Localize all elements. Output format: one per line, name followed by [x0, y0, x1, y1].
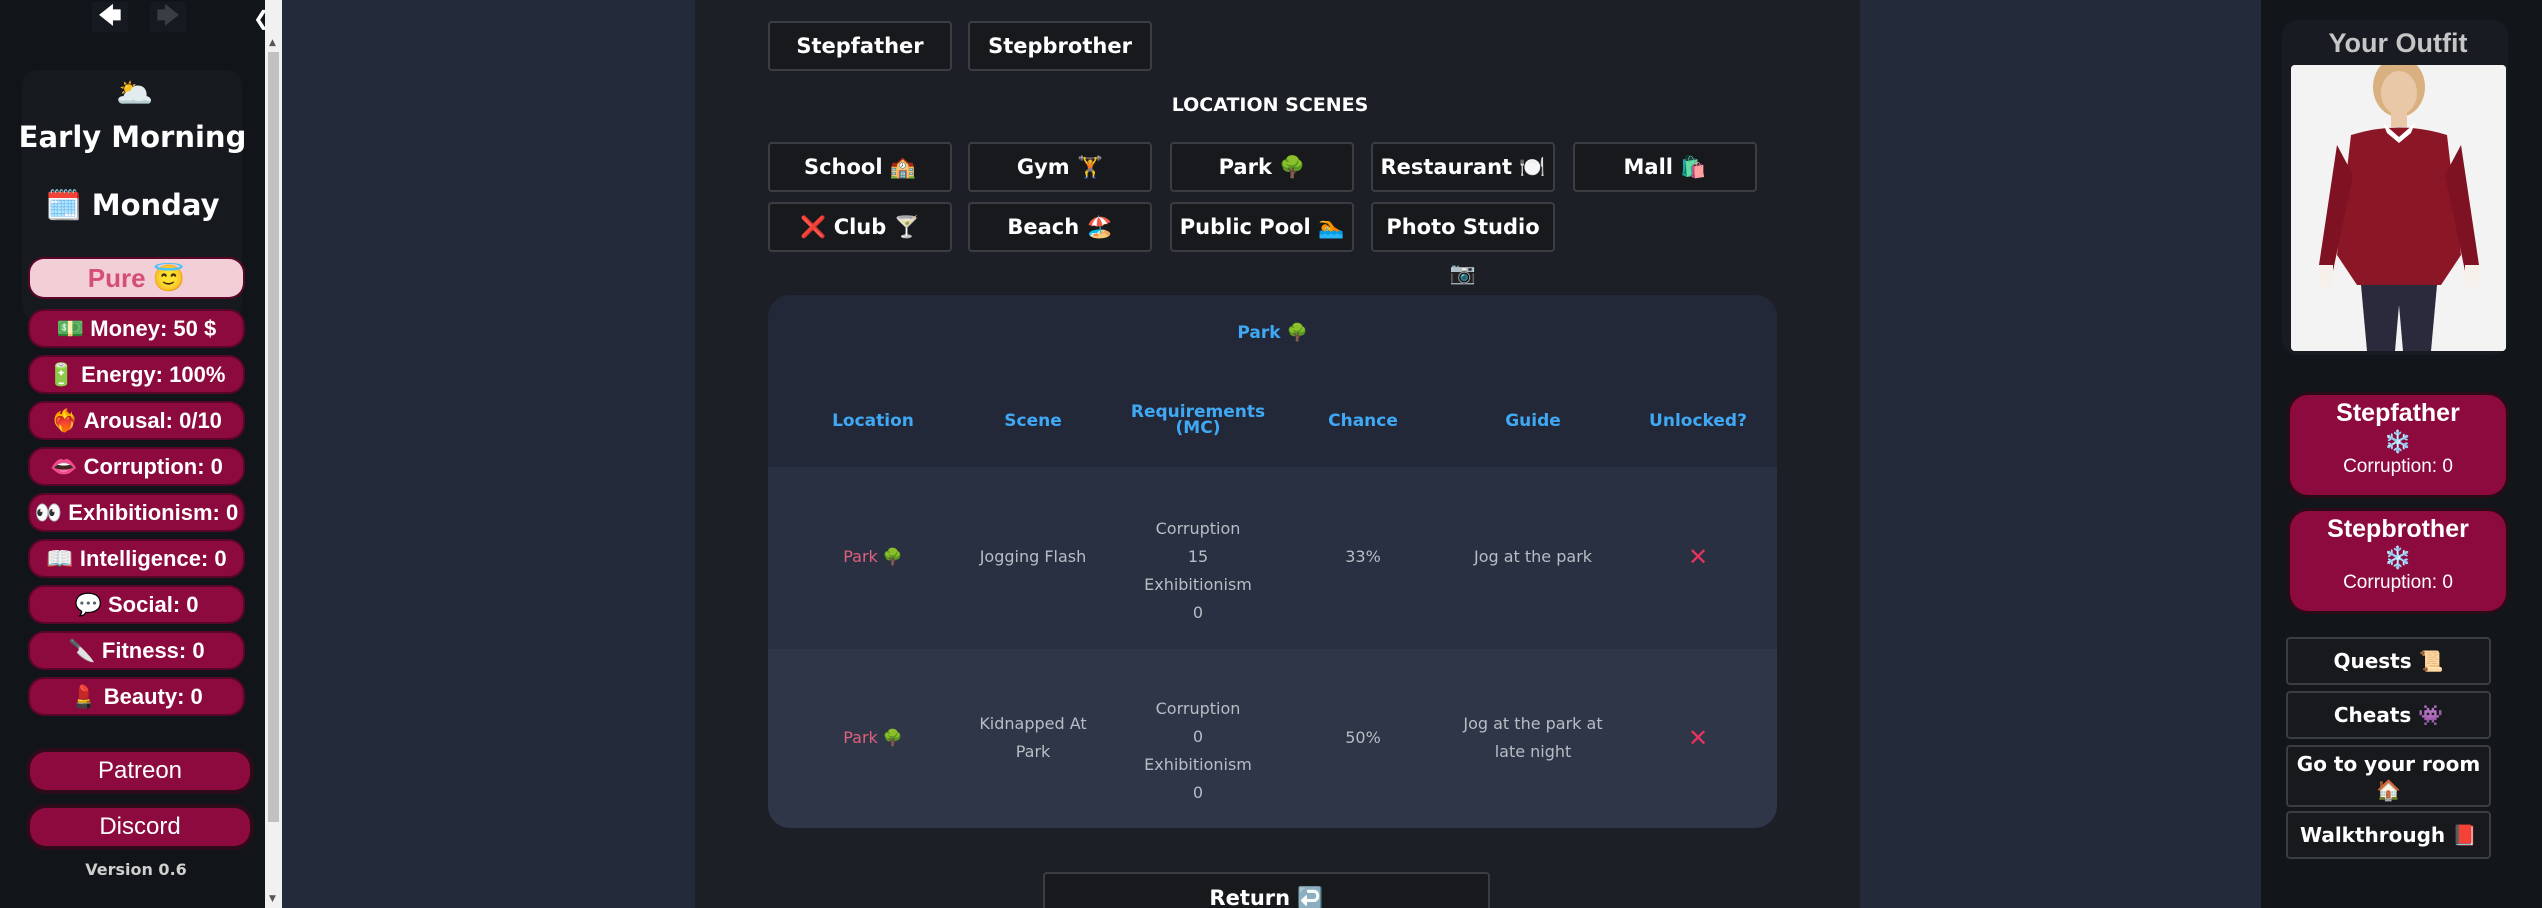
npc-name: Stepbrother [2327, 515, 2469, 543]
back-arrow-icon[interactable]: 🡄 [92, 2, 128, 32]
header-guide: Guide [1505, 411, 1561, 431]
table-caption: Park 🌳 [1237, 323, 1308, 343]
cell-req-label: Corruption [1155, 519, 1241, 538]
cell-req-value: 0 [1192, 603, 1204, 622]
beach-button[interactable]: Beach 🏖️ [968, 202, 1152, 252]
photo-studio-button[interactable]: Photo Studio 📷 [1371, 202, 1555, 285]
table-header [768, 295, 1777, 467]
scroll-down-icon[interactable]: ▼ [269, 894, 276, 904]
version-label: Version 0.6 [85, 860, 187, 879]
time-of-day: Early Morning [18, 120, 247, 154]
cell-scene: Jogging Flash [979, 547, 1087, 566]
cell-req-value: 0 [1192, 783, 1204, 802]
stat-exhibitionism: 👀 Exhibitionism: 0 [30, 495, 243, 530]
patreon-link[interactable]: Patreon [30, 752, 250, 790]
stat-fitness: 🔪 Fitness: 0 [30, 633, 243, 668]
scrollbar-thumb[interactable] [268, 52, 279, 822]
mall-button[interactable]: Mall 🛍️ [1573, 142, 1757, 192]
npc-card-stepbrother[interactable]: Stepbrother ❄️ Corruption: 0 [2290, 511, 2506, 611]
cell-req-label: Exhibitionism [1144, 575, 1252, 594]
stepfather-button[interactable]: Stepfather [768, 21, 952, 71]
cell-req-label: Corruption [1155, 699, 1241, 718]
header-unlocked: Unlocked? [1649, 411, 1747, 431]
public-pool-button[interactable]: Public Pool 🏊 [1170, 202, 1354, 252]
locked-icon: ✕ [1687, 724, 1709, 752]
snowflake-icon: ❄️ [2384, 545, 2412, 570]
cell-chance: 33% [1345, 547, 1381, 566]
stepbrother-button[interactable]: Stepbrother [968, 21, 1152, 71]
day-label: 🗓️ Monday [45, 188, 220, 222]
header-chance: Chance [1328, 411, 1398, 431]
header-scene: Scene [1004, 411, 1062, 431]
header-location: Location [832, 411, 914, 431]
cell-location: Park 🌳 [843, 547, 903, 566]
stat-arousal: ❤️‍🔥 Arousal: 0/10 [30, 403, 243, 438]
stat-social: 💬 Social: 0 [30, 587, 243, 622]
club-button[interactable]: ❌ Club 🍸 [768, 202, 952, 252]
forward-arrow-icon[interactable]: 🡆 [150, 2, 186, 32]
npc-name: Stepfather [2336, 399, 2460, 427]
purity-badge: Pure 😇 [30, 259, 243, 297]
restaurant-button[interactable]: Restaurant 🍽️ [1371, 142, 1555, 192]
snowflake-icon: ❄️ [2384, 429, 2412, 454]
stat-corruption: 👄 Corruption: 0 [30, 449, 243, 484]
outfit-image [2291, 65, 2506, 351]
return-button[interactable]: Return ↩️ [1043, 872, 1490, 908]
npc-card-stepfather[interactable]: Stepfather ❄️ Corruption: 0 [2290, 395, 2506, 495]
npc-corruption: Corruption: 0 [2343, 456, 2453, 477]
cell-guide: Jog at the park at late night [1463, 714, 1603, 761]
stat-intelligence: 📖 Intelligence: 0 [30, 541, 243, 576]
go-to-room-button[interactable]: Go to your room 🏠 [2286, 745, 2491, 807]
park-button[interactable]: Park 🌳 [1170, 142, 1354, 192]
cell-req-value: 0 [1192, 727, 1204, 746]
cell-req-value: 15 [1187, 547, 1209, 566]
cheats-button[interactable]: Cheats 👾 [2286, 691, 2491, 739]
discord-link[interactable]: Discord [30, 808, 250, 846]
cell-req-label: Exhibitionism [1144, 755, 1252, 774]
stat-beauty: 💄 Beauty: 0 [30, 679, 243, 714]
cell-location: Park 🌳 [843, 728, 903, 747]
cell-guide: Jog at the park [1473, 547, 1593, 566]
left-sidebar: 🡄 🡆 ❮ 🌥️ Early Morning 🗓️ Monday Pure 😇 … [0, 0, 270, 908]
stat-energy: 🔋 Energy: 100% [30, 357, 243, 392]
scroll-up-icon[interactable]: ▲ [269, 38, 276, 48]
scrollbar[interactable]: ▲ ▼ [265, 0, 282, 908]
weather-icon: 🌥️ [116, 76, 154, 111]
quests-button[interactable]: Quests 📜 [2286, 637, 2491, 685]
locked-icon: ✕ [1687, 543, 1709, 571]
walkthrough-button[interactable]: Walkthrough 📕 [2286, 811, 2491, 859]
cell-chance: 50% [1345, 728, 1381, 747]
outfit-title: Your Outfit [2328, 28, 2468, 58]
header-requirements: Requirements (MC) [1130, 402, 1266, 438]
school-button[interactable]: School 🏫 [768, 142, 952, 192]
stat-money: 💵 Money: 50 $ [30, 311, 243, 346]
cell-scene: Kidnapped At Park [979, 714, 1087, 761]
npc-corruption: Corruption: 0 [2343, 572, 2453, 593]
gym-button[interactable]: Gym 🏋️ [968, 142, 1152, 192]
location-scenes-title: LOCATION SCENES [1171, 94, 1369, 116]
scenes-table: Park 🌳 Location Scene Requirements (MC) … [768, 295, 1777, 828]
